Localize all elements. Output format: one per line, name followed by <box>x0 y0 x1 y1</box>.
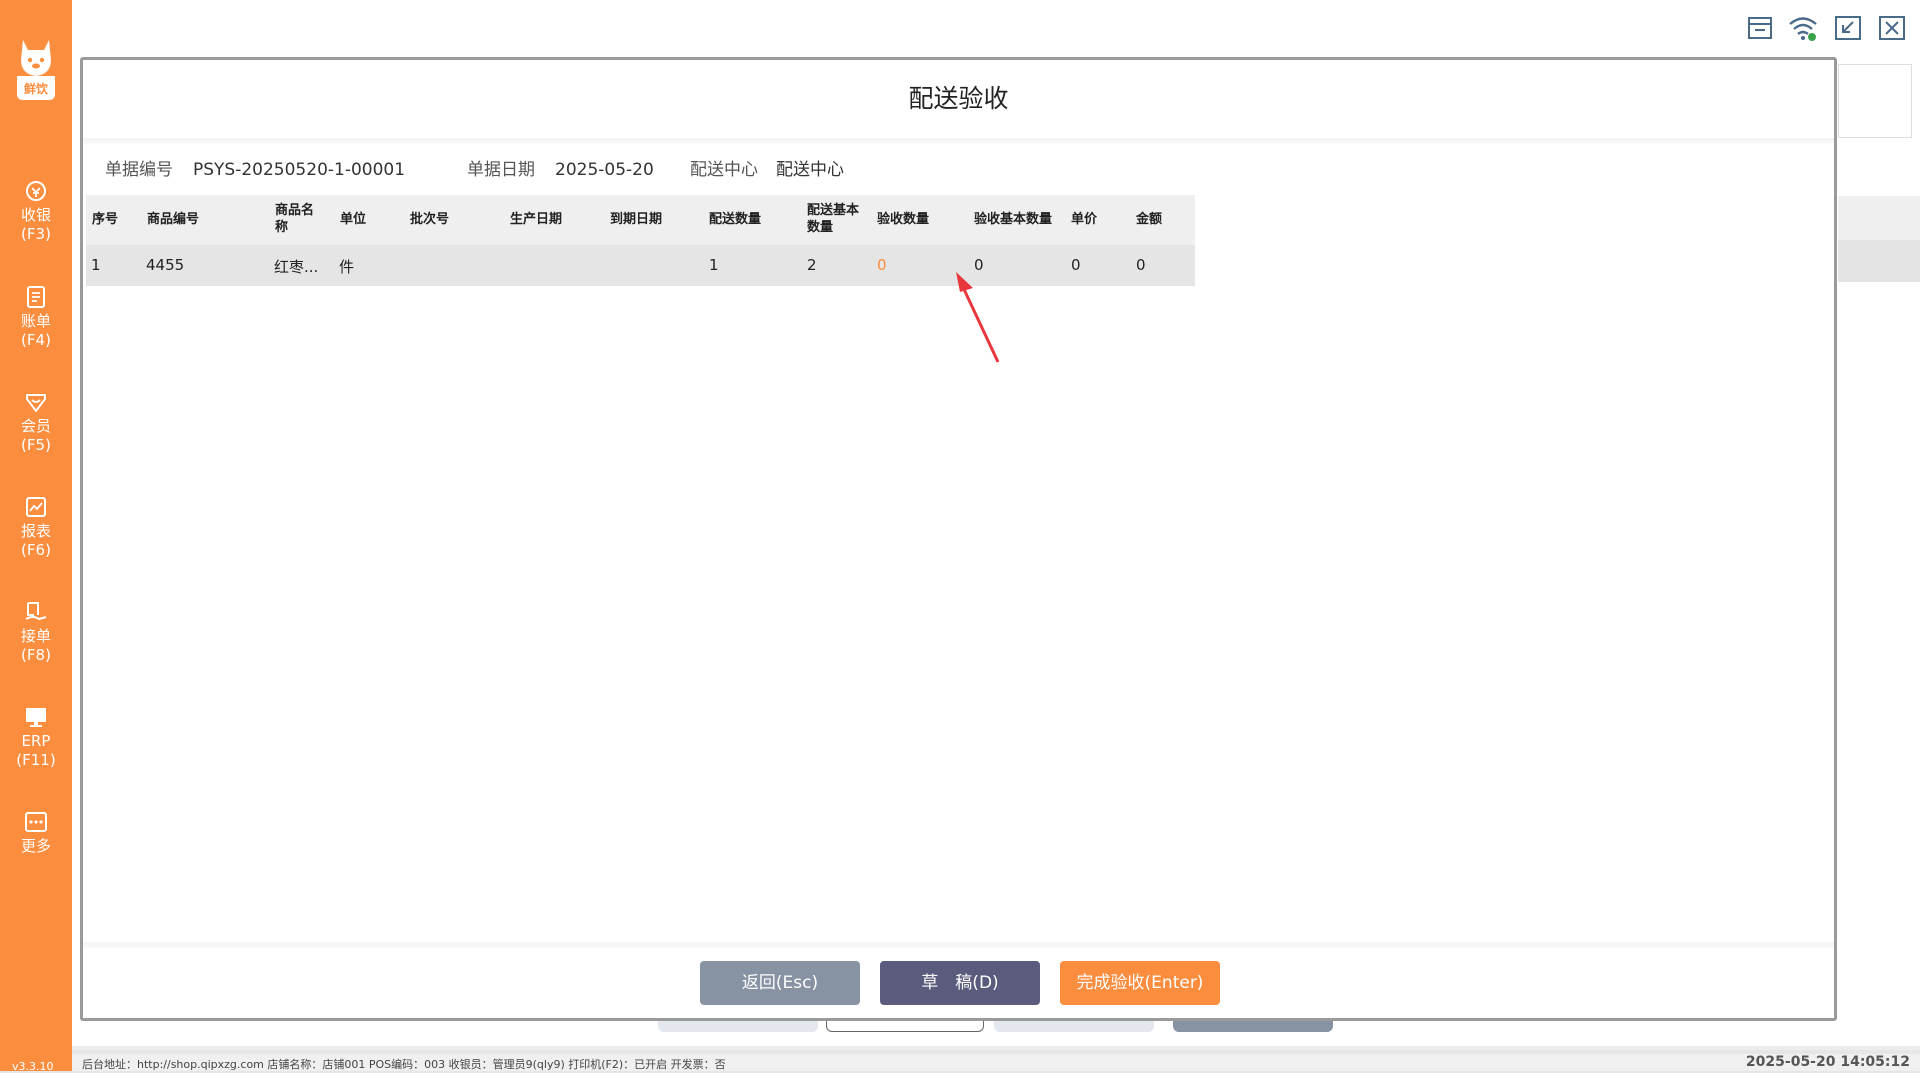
monitor-icon <box>26 708 46 727</box>
distribution-center-value: 配送中心 <box>776 160 844 180</box>
minimize-icon[interactable] <box>1833 14 1863 42</box>
app-version: v3.3.10 <box>12 1060 54 1073</box>
sidebar-item-orders[interactable]: 接单 (F8) <box>0 599 72 689</box>
col-amount: 金额 <box>1136 212 1163 227</box>
doc-date-value: 2025-05-20 <box>555 160 654 180</box>
cashier-icon <box>26 181 46 201</box>
sidebar-item-shortcut: (F5) <box>21 436 51 454</box>
cell-unit: 件 <box>339 258 355 276</box>
sidebar-item-members[interactable]: 会员 (F5) <box>0 389 72 479</box>
divider <box>83 138 1834 144</box>
delivery-acceptance-dialog: 配送验收 单据编号 PSYS-20250520-1-00001 单据日期 2025-… <box>80 57 1837 1021</box>
col-batch: 批次号 <box>410 212 450 227</box>
col-seq: 序号 <box>92 212 119 227</box>
order-icon <box>25 602 47 621</box>
table-row[interactable]: 1 4455 红枣... 件 1 2 0 0 0 0 <box>86 245 1195 286</box>
sidebar-item-shortcut: (F11) <box>16 751 56 769</box>
draft-button[interactable]: 草 稿(D) <box>880 961 1040 1005</box>
member-icon <box>26 394 46 412</box>
sidebar: 鲜饮 收银 (F3) 账单 (F4) 会员 (F5) 报表 (F6) 接单 (F… <box>0 0 72 1073</box>
col-recv-base-qty: 验收基本数量 <box>974 212 1053 227</box>
dialog-title: 配送验收 <box>908 84 1009 113</box>
sidebar-item-bills[interactable]: 账单 (F4) <box>0 284 72 374</box>
doc-number-label: 单据编号 <box>105 160 173 180</box>
close-icon[interactable] <box>1877 14 1907 42</box>
sidebar-item-shortcut: (F8) <box>21 646 51 664</box>
cell-price: 0 <box>1071 256 1081 274</box>
sidebar-item-label: 报表 <box>20 522 51 540</box>
doc-number-value: PSYS-20250520-1-00001 <box>193 160 406 180</box>
recv-qty-input[interactable]: 0 <box>877 256 887 274</box>
background-panel <box>1838 64 1912 138</box>
col-name: 商品名称 <box>275 203 315 235</box>
distribution-center-label: 配送中心 <box>690 160 758 180</box>
sidebar-item-erp[interactable]: ERP (F11) <box>0 704 72 794</box>
cell-ship-base-qty: 2 <box>807 256 817 274</box>
table-header: 序号 商品编号 商品名称 单位 批次号 生产日期 到期日期 配送数量 配送基本数… <box>86 195 1195 245</box>
background-table-header <box>1838 196 1920 240</box>
col-exp-date: 到期日期 <box>610 212 663 227</box>
app-logo: 鲜饮 <box>13 36 59 102</box>
complete-acceptance-button[interactable]: 完成验收(Enter) <box>1060 961 1220 1005</box>
sidebar-item-shortcut: (F6) <box>21 541 51 559</box>
sidebar-item-reports[interactable]: 报表 (F6) <box>0 494 72 584</box>
col-code: 商品编号 <box>147 212 200 227</box>
sidebar-item-shortcut: (F3) <box>21 225 51 243</box>
background-table-row <box>1838 240 1920 282</box>
sidebar-item-label: 账单 <box>20 312 51 330</box>
doc-date-label: 单据日期 <box>467 160 535 180</box>
sidebar-item-label: 接单 <box>20 627 51 645</box>
bill-icon <box>27 286 45 308</box>
status-info: 后台地址：http://shop.qipxzg.com 店铺名称：店铺001 P… <box>82 1058 726 1071</box>
status-bar: 后台地址：http://shop.qipxzg.com 店铺名称：店铺001 P… <box>72 1054 1920 1071</box>
report-icon <box>26 497 46 517</box>
status-datetime: 2025-05-20 14:05:12 <box>1745 1054 1910 1070</box>
col-price: 单价 <box>1071 212 1098 227</box>
wifi-icon[interactable] <box>1787 14 1817 42</box>
doc-date-field: 单据日期 2025-05-20 <box>467 155 654 180</box>
sidebar-item-shortcut: (F4) <box>21 331 51 349</box>
distribution-center-field: 配送中心 配送中心 <box>690 155 844 180</box>
sidebar-item-label: ERP <box>21 732 51 750</box>
brand-text: 鲜饮 <box>23 82 48 96</box>
cell-name: 红枣... <box>274 258 319 276</box>
sidebar-item-cashier[interactable]: 收银 (F3) <box>0 178 72 268</box>
cell-code: 4455 <box>146 256 185 274</box>
sidebar-item-label: 收银 <box>20 206 51 224</box>
back-button[interactable]: 返回(Esc) <box>700 961 860 1005</box>
sidebar-item-more[interactable]: 更多 <box>0 809 72 899</box>
col-ship-base-qty: 配送基本数量 <box>807 203 860 235</box>
cell-ship-qty: 1 <box>709 256 719 274</box>
cell-amount: 0 <box>1136 256 1146 274</box>
col-unit: 单位 <box>340 212 367 227</box>
col-mfg-date: 生产日期 <box>510 212 563 227</box>
divider <box>83 942 1834 948</box>
store-icon[interactable] <box>1745 14 1775 42</box>
cell-seq: 1 <box>91 256 101 274</box>
doc-number-field: 单据编号 PSYS-20250520-1-00001 <box>105 155 405 180</box>
more-icon <box>25 812 47 832</box>
background-footer-line <box>72 1046 1920 1050</box>
annotation-arrow <box>956 272 1000 363</box>
items-table: 序号 商品编号 商品名称 单位 批次号 生产日期 到期日期 配送数量 配送基本数… <box>86 195 1195 286</box>
col-ship-qty: 配送数量 <box>709 212 762 227</box>
col-recv-qty: 验收数量 <box>877 212 930 227</box>
sidebar-item-label: 会员 <box>20 417 51 435</box>
sidebar-item-label: 更多 <box>20 837 51 855</box>
